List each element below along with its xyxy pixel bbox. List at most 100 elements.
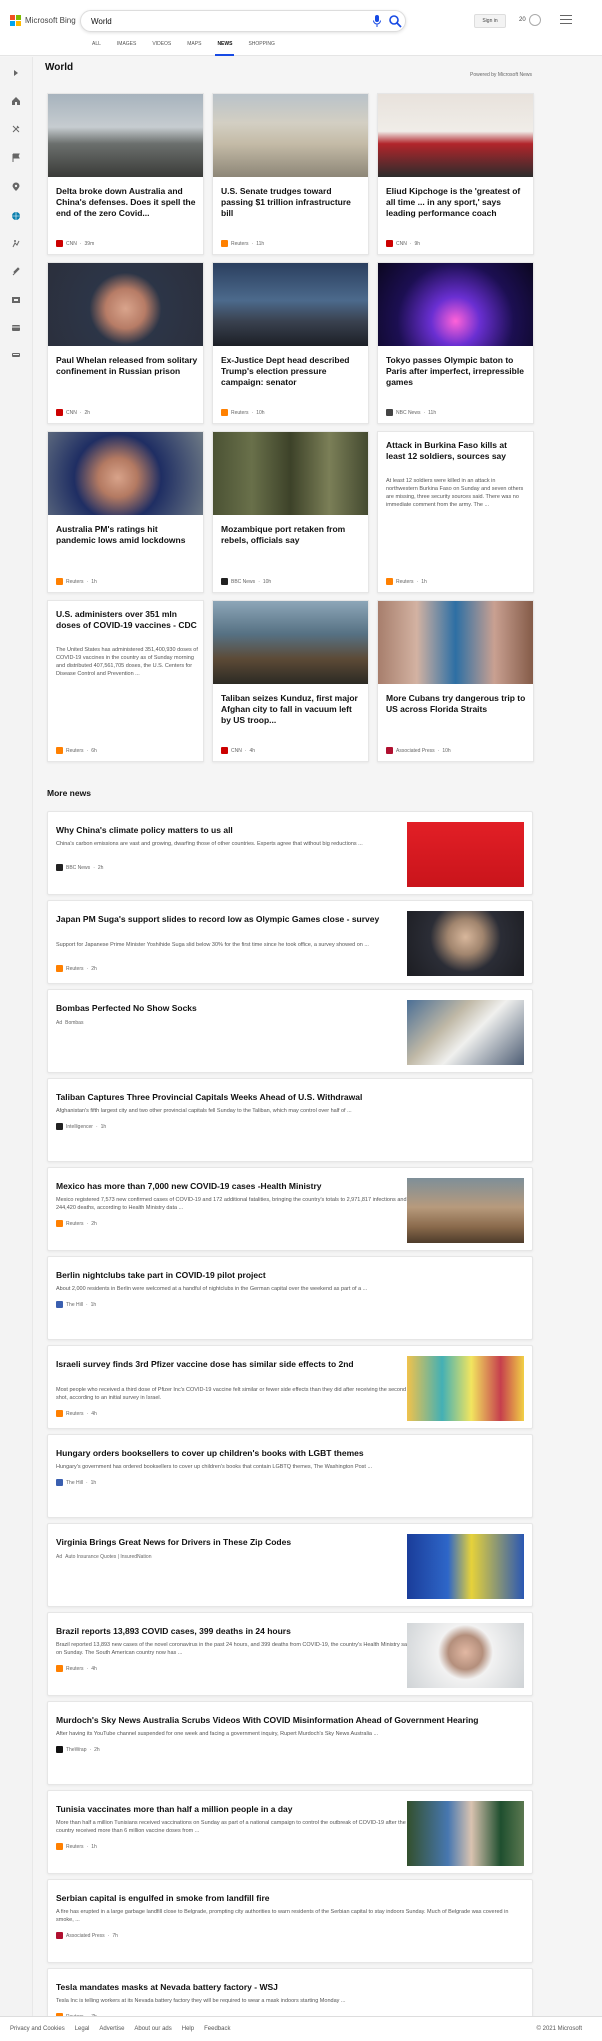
news-card-title[interactable]: Delta broke down Australia and China's d… bbox=[56, 186, 198, 219]
rocket-icon[interactable] bbox=[10, 266, 22, 278]
news-card-title[interactable]: Australia PM's ratings hit pandemic lows… bbox=[56, 524, 198, 546]
news-card-image[interactable] bbox=[213, 601, 368, 684]
more-news-title[interactable]: Tesla mandates masks at Nevada battery f… bbox=[56, 1981, 524, 1993]
more-news-item[interactable]: Taliban Captures Three Provincial Capita… bbox=[47, 1078, 533, 1162]
tab-maps[interactable]: MAPS bbox=[179, 40, 209, 56]
pin-icon[interactable] bbox=[10, 181, 22, 193]
more-news-title[interactable]: Brazil reports 13,893 COVID cases, 399 d… bbox=[56, 1625, 416, 1637]
more-news-title[interactable]: Murdoch's Sky News Australia Scrubs Vide… bbox=[56, 1714, 524, 1726]
more-news-thumbnail[interactable] bbox=[407, 1801, 524, 1866]
search-input[interactable] bbox=[91, 15, 351, 27]
tab-shopping[interactable]: SHOPPING bbox=[240, 40, 282, 56]
news-card-image[interactable] bbox=[213, 263, 368, 346]
more-news-item[interactable]: Berlin nightclubs take part in COVID-19 … bbox=[47, 1256, 533, 1340]
news-card-title[interactable]: Mozambique port retaken from rebels, off… bbox=[221, 524, 363, 546]
news-card[interactable]: Tokyo passes Olympic baton to Paris afte… bbox=[377, 262, 534, 424]
more-news-item[interactable]: Bombas Perfected No Show Socks Ad Bombas bbox=[47, 989, 533, 1073]
news-card-title[interactable]: More Cubans try dangerous trip to US acr… bbox=[386, 693, 528, 715]
film-icon[interactable] bbox=[10, 294, 22, 306]
more-news-thumbnail[interactable] bbox=[407, 911, 524, 976]
news-card-image[interactable] bbox=[378, 263, 533, 346]
flag-icon[interactable] bbox=[10, 152, 22, 164]
news-card-title[interactable]: U.S. Senate trudges toward passing $1 tr… bbox=[221, 186, 363, 219]
tab-news[interactable]: NEWS bbox=[209, 40, 240, 56]
news-card-title[interactable]: Ex-Justice Dept head described Trump's e… bbox=[221, 355, 363, 388]
more-news-item[interactable]: Virginia Brings Great News for Drivers i… bbox=[47, 1523, 533, 1607]
home-icon[interactable] bbox=[10, 95, 22, 107]
globe-icon[interactable] bbox=[10, 210, 22, 222]
more-news-item[interactable]: Israeli survey finds 3rd Pfizer vaccine … bbox=[47, 1345, 533, 1429]
gamepad-icon[interactable] bbox=[10, 322, 22, 334]
hamburger-menu-icon[interactable] bbox=[560, 15, 572, 25]
news-card[interactable]: Eliud Kipchoge is the 'greatest of all t… bbox=[377, 93, 534, 255]
footer-link[interactable]: Advertise bbox=[99, 2026, 124, 2032]
more-news-item[interactable]: Mexico has more than 7,000 new COVID-19 … bbox=[47, 1167, 533, 1251]
chevron-right-icon[interactable] bbox=[10, 67, 22, 79]
news-card[interactable]: Ex-Justice Dept head described Trump's e… bbox=[212, 262, 369, 424]
news-card-title[interactable]: Eliud Kipchoge is the 'greatest of all t… bbox=[386, 186, 528, 219]
more-news-item[interactable]: Tunisia vaccinates more than half a mill… bbox=[47, 1790, 533, 1874]
footer-link[interactable]: Privacy and Cookies bbox=[10, 2026, 65, 2032]
more-news-title[interactable]: Israeli survey finds 3rd Pfizer vaccine … bbox=[56, 1358, 416, 1370]
more-news-title[interactable]: Mexico has more than 7,000 new COVID-19 … bbox=[56, 1180, 416, 1192]
more-news-thumbnail[interactable] bbox=[407, 1534, 524, 1599]
search-icon[interactable] bbox=[388, 14, 402, 28]
source-name: TheWrap bbox=[66, 1746, 87, 1753]
news-card-title[interactable]: U.S. administers over 351 mln doses of C… bbox=[56, 609, 198, 631]
news-card[interactable]: Paul Whelan released from solitary confi… bbox=[47, 262, 204, 424]
news-card[interactable]: Delta broke down Australia and China's d… bbox=[47, 93, 204, 255]
news-card-image[interactable] bbox=[213, 432, 368, 515]
more-news-title[interactable]: Virginia Brings Great News for Drivers i… bbox=[56, 1536, 416, 1548]
more-news-thumbnail[interactable] bbox=[407, 1623, 524, 1688]
news-card[interactable]: More Cubans try dangerous trip to US acr… bbox=[377, 600, 534, 762]
news-card-title[interactable]: Paul Whelan released from solitary confi… bbox=[56, 355, 198, 377]
more-news-title[interactable]: Berlin nightclubs take part in COVID-19 … bbox=[56, 1269, 524, 1281]
more-news-title[interactable]: Bombas Perfected No Show Socks bbox=[56, 1002, 416, 1014]
news-card-title[interactable]: Attack in Burkina Faso kills at least 12… bbox=[386, 440, 528, 462]
news-card-image[interactable] bbox=[378, 601, 533, 684]
more-news-thumbnail[interactable] bbox=[407, 1356, 524, 1421]
news-card-image[interactable] bbox=[48, 94, 203, 177]
more-news-title[interactable]: Taliban Captures Three Provincial Capita… bbox=[56, 1091, 524, 1103]
tools-icon[interactable] bbox=[10, 123, 22, 135]
news-card-image[interactable] bbox=[48, 432, 203, 515]
news-card-image[interactable] bbox=[48, 263, 203, 346]
news-card-title[interactable]: Tokyo passes Olympic baton to Paris afte… bbox=[386, 355, 528, 388]
more-news-thumbnail[interactable] bbox=[407, 1178, 524, 1243]
footer-link[interactable]: Feedback bbox=[204, 2026, 230, 2032]
tab-images[interactable]: IMAGES bbox=[109, 40, 144, 56]
more-news-item[interactable]: Why China's climate policy matters to us… bbox=[47, 811, 533, 895]
more-news-item[interactable]: Hungary orders booksellers to cover up c… bbox=[47, 1434, 533, 1518]
more-news-item[interactable]: Murdoch's Sky News Australia Scrubs Vide… bbox=[47, 1701, 533, 1785]
news-card[interactable]: Mozambique port retaken from rebels, off… bbox=[212, 431, 369, 593]
briefcase-icon[interactable] bbox=[10, 238, 22, 250]
tab-all[interactable]: ALL bbox=[84, 40, 109, 56]
more-news-title[interactable]: Tunisia vaccinates more than half a mill… bbox=[56, 1803, 416, 1815]
car-icon[interactable] bbox=[10, 349, 22, 361]
footer-link[interactable]: Legal bbox=[75, 2026, 90, 2032]
footer-link[interactable]: Help bbox=[182, 2026, 194, 2032]
more-news-title[interactable]: Serbian capital is engulfed in smoke fro… bbox=[56, 1892, 524, 1904]
more-news-thumbnail[interactable] bbox=[407, 1000, 524, 1065]
news-card-image[interactable] bbox=[213, 94, 368, 177]
news-card-title[interactable]: Taliban seizes Kunduz, first major Afgha… bbox=[221, 693, 363, 726]
news-card[interactable]: Taliban seizes Kunduz, first major Afgha… bbox=[212, 600, 369, 762]
bing-logo[interactable]: Microsoft Bing bbox=[10, 15, 76, 26]
more-news-item[interactable]: Brazil reports 13,893 COVID cases, 399 d… bbox=[47, 1612, 533, 1696]
news-card[interactable]: Attack in Burkina Faso kills at least 12… bbox=[377, 431, 534, 593]
tab-videos[interactable]: VIDEOS bbox=[144, 40, 179, 56]
rewards-button[interactable]: 20 bbox=[519, 14, 541, 26]
news-card[interactable]: Australia PM's ratings hit pandemic lows… bbox=[47, 431, 204, 593]
more-news-title[interactable]: Japan PM Suga's support slides to record… bbox=[56, 913, 416, 925]
news-card-image[interactable] bbox=[378, 94, 533, 177]
microphone-icon[interactable] bbox=[371, 14, 383, 28]
footer-link[interactable]: About our ads bbox=[134, 2026, 171, 2032]
news-card[interactable]: U.S. administers over 351 mln doses of C… bbox=[47, 600, 204, 762]
more-news-title[interactable]: Hungary orders booksellers to cover up c… bbox=[56, 1447, 524, 1459]
more-news-thumbnail[interactable] bbox=[407, 822, 524, 887]
sign-in-button[interactable]: Sign in bbox=[474, 14, 506, 28]
more-news-item[interactable]: Japan PM Suga's support slides to record… bbox=[47, 900, 533, 984]
more-news-title[interactable]: Why China's climate policy matters to us… bbox=[56, 824, 416, 836]
more-news-item[interactable]: Serbian capital is engulfed in smoke fro… bbox=[47, 1879, 533, 1963]
news-card[interactable]: U.S. Senate trudges toward passing $1 tr… bbox=[212, 93, 369, 255]
